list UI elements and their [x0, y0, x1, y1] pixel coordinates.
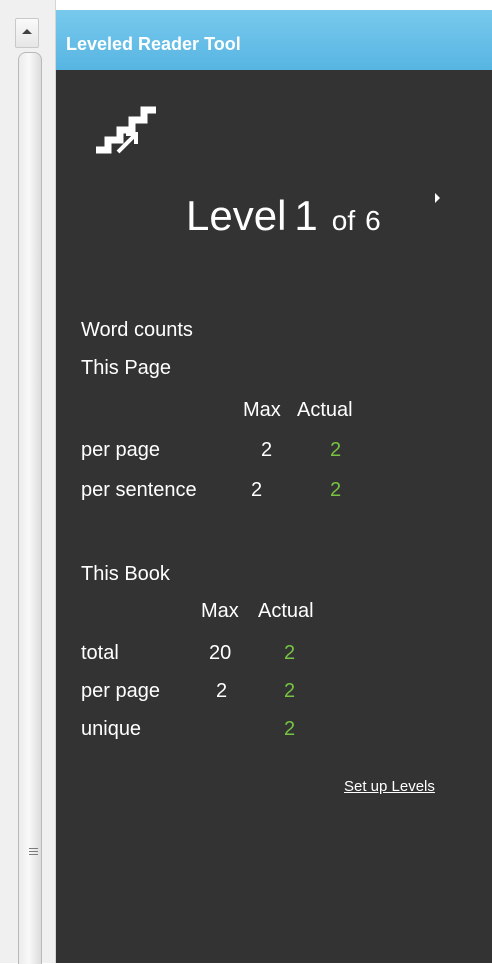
this-book-row-label: per page: [81, 680, 160, 702]
this-page-col-actual: Actual: [297, 399, 353, 421]
scroll-up-button[interactable]: [15, 18, 39, 48]
chevron-up-icon: [22, 29, 32, 34]
this-page-row-label: per sentence: [81, 479, 197, 501]
level-of-label: of: [331, 205, 356, 236]
this-page-row-max: 2: [251, 479, 263, 501]
level-current: 1: [294, 192, 318, 239]
level-total: 6: [365, 205, 381, 236]
scrollbar-thumb[interactable]: [18, 52, 42, 964]
word-counts-heading: Word counts: [81, 319, 193, 341]
this-page-row-actual: 2: [330, 479, 342, 501]
level-indicator: Level 1 of 6: [186, 192, 381, 240]
level-label: Level: [186, 192, 287, 239]
set-up-levels-link[interactable]: Set up Levels: [344, 778, 435, 795]
this-book-heading: This Book: [81, 563, 170, 585]
this-page-row-max: 2: [261, 439, 273, 461]
stairs-icon: [96, 106, 156, 154]
panel-title: Leveled Reader Tool: [66, 34, 241, 54]
this-book-row-label: total: [81, 642, 119, 664]
this-page-heading: This Page: [81, 357, 172, 379]
this-page-row-label: per page: [81, 439, 160, 461]
this-page-col-max: Max: [243, 399, 281, 421]
next-level-arrow-icon[interactable]: [435, 193, 440, 203]
this-book-row-actual: 2: [284, 642, 296, 664]
leveled-reader-panel: Leveled Reader Tool Level 1 of 6 Word count…: [56, 10, 492, 963]
this-book-row-max: 2: [216, 680, 228, 702]
this-book-row-actual: 2: [284, 680, 296, 702]
this-book-row-label: unique: [81, 718, 142, 740]
vertical-scrollbar[interactable]: [0, 0, 56, 964]
this-book-row-actual: 2: [284, 718, 296, 740]
this-book-col-actual: Actual: [258, 600, 314, 622]
this-book-row-max: 20: [209, 642, 232, 664]
grip-icon: [29, 848, 38, 857]
this-page-row-actual: 2: [330, 439, 342, 461]
this-book-col-max: Max: [201, 600, 239, 622]
panel-title-bar: Leveled Reader Tool: [56, 10, 492, 70]
